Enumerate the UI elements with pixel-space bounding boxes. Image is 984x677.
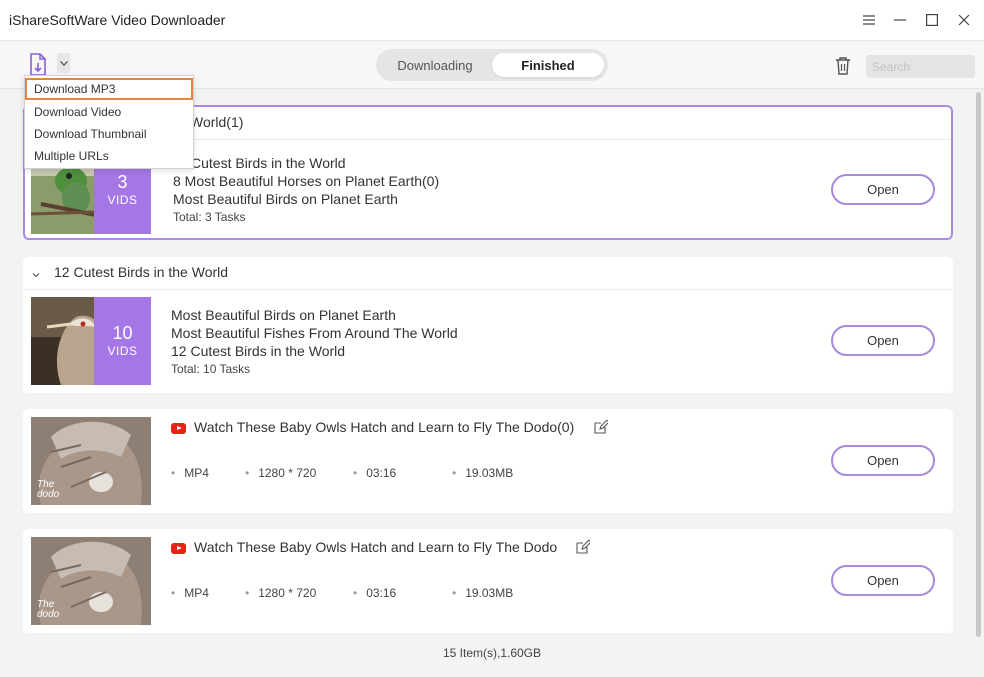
video-size: 19.03MB — [452, 466, 513, 480]
minimize-icon[interactable] — [888, 8, 912, 32]
add-file-icon[interactable] — [28, 53, 50, 77]
video-resolution: 1280 * 720 — [245, 586, 316, 600]
menu-item-download-mp3[interactable]: Download MP3 — [25, 78, 193, 100]
tab-finished[interactable]: Finished — [492, 53, 604, 77]
video-format: MP4 — [171, 466, 209, 480]
menu-item-multiple-urls[interactable]: Multiple URLs — [25, 145, 193, 167]
trash-icon[interactable] — [834, 56, 852, 76]
search-input[interactable] — [866, 55, 975, 78]
title-bar: iShareSoftWare Video Downloader — [0, 0, 984, 41]
video-count-badge: 10 VIDS — [94, 297, 151, 385]
youtube-icon — [171, 423, 186, 434]
close-icon[interactable] — [952, 8, 976, 32]
video-format: MP4 — [171, 586, 209, 600]
open-button[interactable]: Open — [831, 565, 935, 596]
tab-downloading[interactable]: Downloading — [380, 53, 490, 77]
playlist-total: Total: 3 Tasks — [173, 210, 246, 224]
playlist-video-title: Most Beautiful Birds on Planet Earth — [173, 191, 398, 207]
video-watermark: The dodo — [37, 599, 60, 620]
video-card[interactable]: The dodo Watch These Baby Owls Hatch and… — [23, 529, 953, 633]
video-card[interactable]: The dodo Watch These Baby Owls Hatch and… — [23, 409, 953, 513]
playlist-video-title: Most Beautiful Birds on Planet Earth — [171, 307, 396, 323]
playlist-title: World(1) — [190, 114, 244, 130]
video-size: 19.03MB — [452, 586, 513, 600]
playlist-video-title: Cutest Birds in the World — [191, 155, 346, 171]
open-button[interactable]: Open — [831, 325, 935, 356]
playlist-video-title: Most Beautiful Fishes From Around The Wo… — [171, 325, 458, 341]
status-summary: 15 Item(s),1.60GB — [442, 646, 542, 660]
edit-icon[interactable] — [576, 539, 592, 554]
playlist-card[interactable]: 12 Cutest Birds in the World 10 VIDS Mos… — [23, 257, 953, 393]
video-title: Watch These Baby Owls Hatch and Learn to… — [194, 539, 558, 555]
video-resolution: 1280 * 720 — [245, 466, 316, 480]
playlist-title: 12 Cutest Birds in the World — [54, 264, 229, 280]
menu-item-download-video[interactable]: Download Video — [25, 101, 193, 123]
menu-item-download-thumbnail[interactable]: Download Thumbnail — [25, 123, 193, 145]
chevron-down-icon[interactable] — [57, 53, 70, 73]
youtube-icon — [171, 543, 186, 554]
hamburger-icon[interactable] — [857, 8, 881, 32]
video-duration: 03:16 — [353, 466, 396, 480]
playlist-total: Total: 10 Tasks — [171, 362, 251, 376]
chevron-down-icon[interactable] — [31, 267, 41, 278]
scrollbar[interactable] — [976, 92, 981, 637]
video-thumbnail: The dodo — [31, 537, 151, 625]
maximize-icon[interactable] — [920, 8, 944, 32]
add-dropdown-menu: Download MP3 Download Video Download Thu… — [24, 75, 194, 169]
playlist-thumbnail: 10 VIDS — [31, 297, 151, 385]
video-watermark: The dodo — [37, 479, 60, 500]
video-title: Watch These Baby Owls Hatch and Learn to… — [194, 419, 575, 435]
open-button[interactable]: Open — [831, 445, 935, 476]
video-duration: 03:16 — [353, 586, 396, 600]
edit-icon[interactable] — [594, 419, 610, 434]
open-button[interactable]: Open — [831, 174, 935, 205]
video-thumbnail: The dodo — [31, 417, 151, 505]
playlist-video-title: 12 Cutest Birds in the World — [171, 343, 346, 359]
app-title: iShareSoftWare Video Downloader — [9, 12, 226, 28]
download-status-tabs: Downloading Finished — [376, 49, 608, 81]
playlist-video-title: 8 Most Beautiful Horses on Planet Earth(… — [173, 173, 440, 189]
playlist-header[interactable]: 12 Cutest Birds in the World — [23, 257, 953, 290]
